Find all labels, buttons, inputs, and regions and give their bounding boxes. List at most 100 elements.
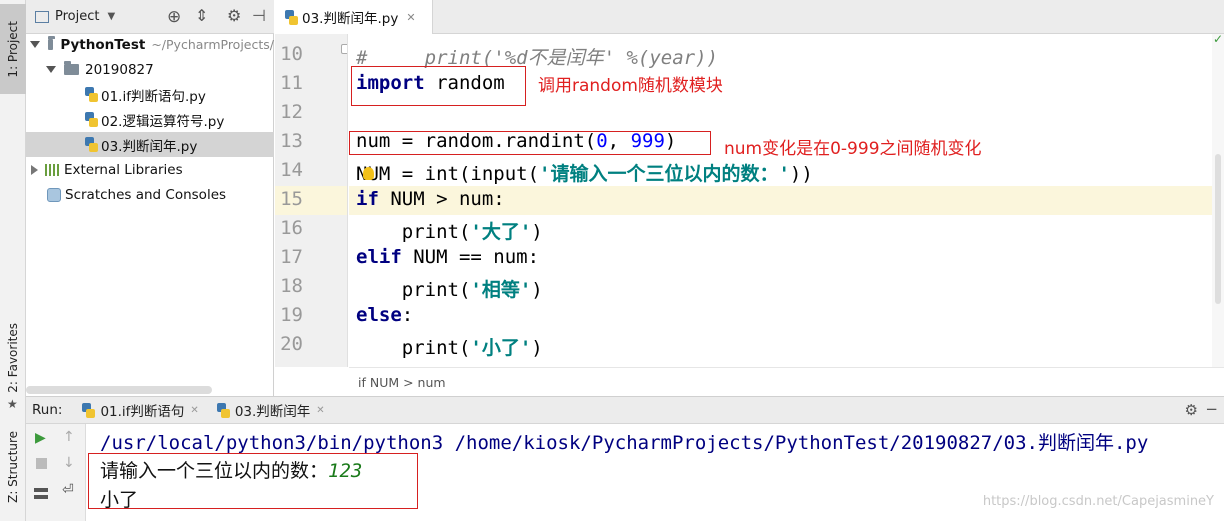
lightbulb-icon[interactable] bbox=[363, 167, 374, 180]
project-view-icon bbox=[35, 10, 49, 23]
tree-label: External Libraries bbox=[64, 161, 183, 178]
annotation-box-console bbox=[88, 453, 418, 509]
expand-arrow-icon[interactable] bbox=[30, 41, 40, 48]
run-tab[interactable]: 01.if判断语句 ✕ bbox=[82, 400, 199, 420]
folder-icon bbox=[48, 36, 56, 50]
tree-label: Scratches and Consoles bbox=[65, 186, 227, 203]
chevron-down-icon[interactable]: ▼ bbox=[107, 11, 115, 22]
folder-icon bbox=[64, 61, 79, 75]
scroll-down-icon[interactable]: ↓ bbox=[63, 455, 75, 471]
favorites-tool-tab[interactable]: 2: Favorites bbox=[0, 318, 26, 398]
left-tool-strip: 1: Project 2: Favorites ★ Z: Structure bbox=[0, 0, 26, 521]
tree-item-file[interactable]: 02.逻辑运算符号.py bbox=[26, 107, 274, 132]
line-number: 20 bbox=[280, 333, 303, 355]
project-panel: Project ▼ ⊕ ⇕ ⚙ ⊣ PythonTest ~/PycharmPr… bbox=[26, 0, 274, 396]
tree-item-root[interactable]: PythonTest ~/PycharmProjects/ bbox=[26, 32, 274, 57]
scrollbar-thumb[interactable] bbox=[1215, 154, 1221, 304]
run-panel-header: Run: 01.if判断语句 ✕ 03.判断闰年 ✕ ⚙ − bbox=[26, 396, 1224, 424]
horizontal-scrollbar[interactable] bbox=[26, 386, 212, 394]
run-tab-active[interactable]: 03.判断闰年 ✕ bbox=[216, 400, 325, 420]
line-number: 18 bbox=[280, 275, 303, 297]
close-icon[interactable]: ✕ bbox=[406, 11, 415, 24]
collapse-all-icon[interactable]: ⇕ bbox=[195, 6, 208, 25]
rerun-icon[interactable]: ▶ bbox=[35, 430, 46, 446]
structure-tool-tab[interactable]: Z: Structure bbox=[0, 426, 26, 508]
editor-tab-label: 03.判断闰年.py bbox=[302, 11, 399, 27]
collapsed-arrow-icon[interactable] bbox=[31, 164, 38, 175]
run-toolbar: ▶ ↑ ↓ ⏎ bbox=[26, 424, 86, 521]
tree-item-file[interactable]: 01.if判断语句.py bbox=[26, 82, 274, 107]
tree-item-scratches[interactable]: Scratches and Consoles bbox=[26, 182, 274, 207]
line-number: 11 bbox=[280, 72, 303, 94]
layout-icon[interactable] bbox=[34, 488, 48, 499]
python-file-icon bbox=[82, 402, 96, 418]
close-icon[interactable]: ✕ bbox=[316, 405, 324, 416]
project-tool-tab-label: 1: Project bbox=[6, 20, 20, 78]
line-number: 14 bbox=[280, 159, 303, 181]
run-label: Run: bbox=[32, 402, 63, 418]
tree-item-external-libraries[interactable]: External Libraries bbox=[26, 157, 274, 182]
tree-file-name: 02.逻辑运算符号.py bbox=[101, 113, 225, 130]
line-number: 13 bbox=[280, 130, 303, 152]
editor-vertical-scrollbar[interactable]: ✓ bbox=[1212, 32, 1224, 367]
breadcrumb: if NUM > num bbox=[349, 367, 1224, 396]
minimize-icon[interactable]: − bbox=[1205, 400, 1218, 418]
code-line-20: print('小了') bbox=[356, 337, 543, 359]
editor-tab-active[interactable]: 03.判断闰年.py ✕ bbox=[275, 0, 433, 34]
soft-wrap-icon[interactable]: ⏎ bbox=[62, 482, 74, 498]
code-line-17: elif NUM == num: bbox=[356, 246, 540, 268]
line-number: 17 bbox=[280, 246, 303, 268]
library-icon bbox=[45, 163, 61, 176]
code-line-19: else: bbox=[356, 304, 414, 326]
line-number: 12 bbox=[280, 101, 303, 123]
annotation-randint-note: num变化是在0-999之间随机变化 bbox=[724, 139, 982, 159]
structure-tool-tab-label: Z: Structure bbox=[6, 431, 20, 503]
editor-tab-bar: 03.判断闰年.py ✕ bbox=[275, 0, 1224, 34]
python-file-icon bbox=[216, 402, 230, 418]
line-number: 16 bbox=[280, 217, 303, 239]
close-icon[interactable]: ✕ bbox=[190, 405, 198, 416]
project-view-selector[interactable]: Project bbox=[55, 9, 99, 24]
project-tool-tab[interactable]: 1: Project bbox=[0, 4, 26, 94]
line-number: 15 bbox=[280, 188, 303, 210]
star-icon[interactable]: ★ bbox=[7, 397, 18, 411]
run-tab-label: 03.判断闰年 bbox=[234, 404, 311, 420]
stop-icon[interactable] bbox=[36, 458, 47, 469]
python-file-icon bbox=[85, 137, 98, 152]
code-editor[interactable]: # print('%d不是闰年' %(year)) import random … bbox=[349, 34, 1212, 367]
watermark: https://blog.csdn.net/CapejasmineY bbox=[982, 494, 1214, 509]
gear-icon[interactable]: ⚙ bbox=[227, 6, 241, 25]
code-line-15: if NUM > num: bbox=[356, 188, 505, 210]
tree-file-name: 01.if判断语句.py bbox=[101, 88, 206, 105]
tree-file-name: 03.判断闰年.py bbox=[101, 138, 198, 155]
tree-root-path: ~/PycharmProjects/ bbox=[151, 37, 274, 52]
expand-arrow-icon[interactable] bbox=[46, 66, 56, 73]
gear-icon[interactable]: ⚙ bbox=[1185, 401, 1198, 419]
line-number: 19 bbox=[280, 304, 303, 326]
line-number: 10 bbox=[280, 43, 303, 65]
tree-root-name: PythonTest bbox=[60, 36, 146, 53]
editor-gutter: 10 11 12 13 14 15 16 17 18 19 20 bbox=[275, 34, 348, 367]
python-file-icon bbox=[85, 87, 98, 102]
tree-item-file-selected[interactable]: 03.判断闰年.py bbox=[26, 132, 274, 157]
scroll-up-icon[interactable]: ↑ bbox=[63, 429, 75, 445]
locate-icon[interactable]: ⊕ bbox=[167, 7, 181, 27]
annotation-box-import bbox=[351, 66, 526, 106]
breadcrumb-item[interactable]: if NUM > num bbox=[358, 375, 446, 390]
code-line-16: print('大了') bbox=[356, 221, 543, 243]
run-console[interactable]: /usr/local/python3/bin/python3 /home/kio… bbox=[86, 424, 1224, 521]
ide-window: 1: Project 2: Favorites ★ Z: Structure P… bbox=[0, 0, 1224, 521]
tree-item-folder[interactable]: 20190827 bbox=[26, 57, 274, 82]
hide-panel-icon[interactable]: ⊣ bbox=[252, 6, 266, 25]
tree-folder-name: 20190827 bbox=[85, 61, 154, 78]
fold-marker-icon[interactable] bbox=[341, 44, 347, 54]
favorites-tool-tab-label: 2: Favorites bbox=[6, 323, 20, 393]
annotation-import-note: 调用random随机数模块 bbox=[538, 76, 723, 96]
code-line-18: print('相等') bbox=[356, 279, 543, 301]
console-command: /usr/local/python3/bin/python3 /home/kio… bbox=[100, 432, 1149, 454]
code-line-14: NUM = int(input('请输入一个三位以内的数：')) bbox=[356, 163, 813, 185]
scratches-icon bbox=[47, 187, 61, 202]
python-file-icon bbox=[85, 112, 98, 127]
project-panel-header: Project ▼ ⊕ ⇕ ⚙ ⊣ bbox=[26, 0, 274, 34]
checkmark-icon: ✓ bbox=[1213, 32, 1224, 46]
